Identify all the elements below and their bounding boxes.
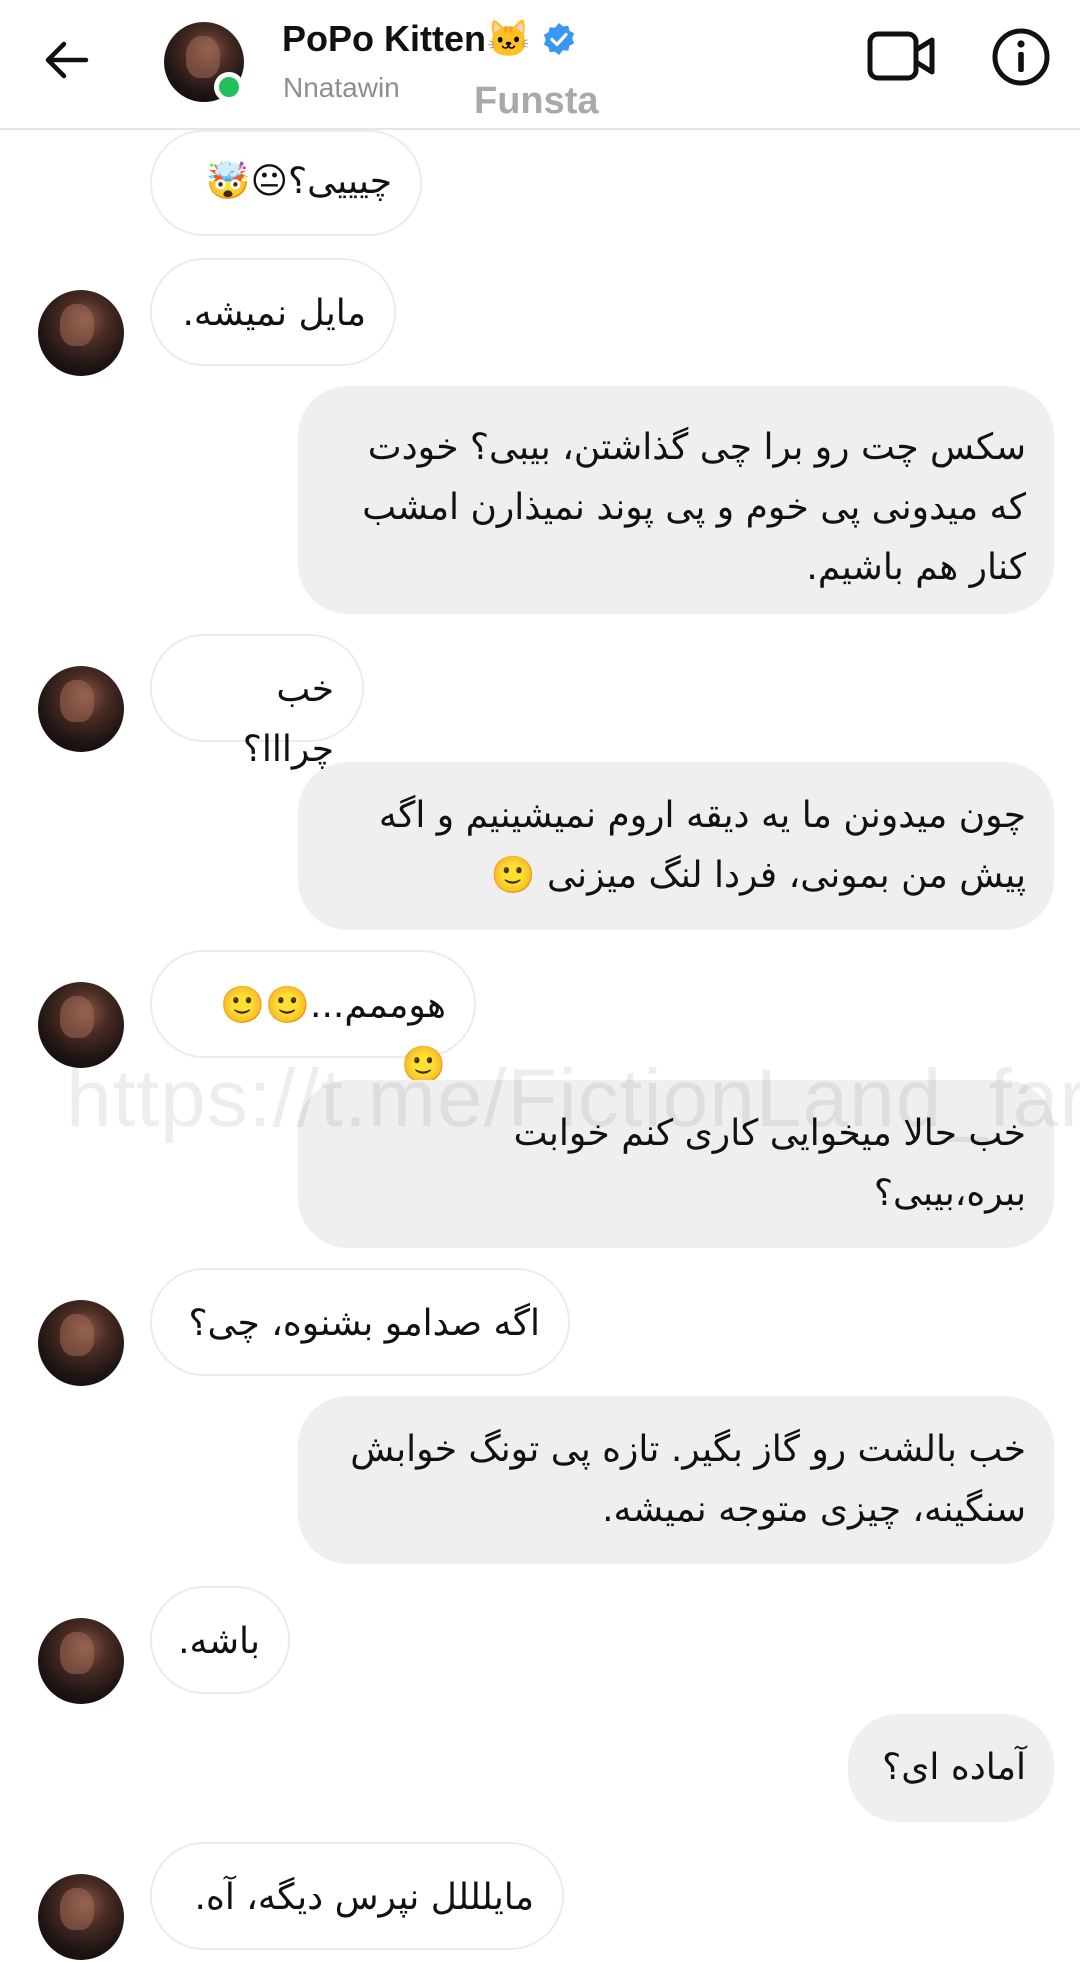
message-line: که میدونی پی خوم و پی پوند نمیذارن امشب — [362, 487, 1026, 528]
incoming-message-bubble[interactable]: اگه صدامو بشنوه، چی؟ — [150, 1268, 570, 1376]
info-icon — [992, 28, 1050, 86]
incoming-message-bubble[interactable]: چیییی؟😐🤯 — [150, 130, 422, 236]
incoming-message-bubble[interactable]: مایل نمیشه. — [150, 258, 396, 366]
back-button[interactable] — [36, 30, 96, 90]
message-row: چیییی؟😐🤯 — [150, 130, 422, 236]
sender-avatar[interactable] — [38, 1618, 124, 1704]
sender-avatar[interactable] — [38, 666, 124, 752]
message-line: کنار هم باشیم. — [806, 547, 1026, 588]
avatar — [38, 1874, 124, 1960]
message-line: خب حالا میخوایی کاری کنم خوابت — [513, 1113, 1026, 1154]
arrow-left-icon — [45, 41, 89, 79]
outgoing-message-bubble[interactable]: چون میدونن ما یه دیقه اروم نمیشینیم و اگ… — [298, 762, 1054, 930]
info-button[interactable] — [990, 26, 1052, 88]
contact-username: Nnatawin — [283, 72, 400, 103]
online-status-dot — [214, 72, 244, 102]
incoming-message-bubble[interactable]: مایلللل نپرس دیگه، آه. — [150, 1842, 564, 1950]
message-line: خب بالشت رو گاز بگیر. تازه پی تونگ خوابش — [350, 1429, 1026, 1470]
avatar — [38, 290, 124, 376]
outgoing-message-bubble[interactable]: خب بالشت رو گاز بگیر. تازه پی تونگ خوابش… — [298, 1396, 1054, 1564]
message-line: سکس چت رو برا چی گذاشتن، بیبی؟ خودت — [367, 427, 1026, 468]
avatar — [38, 982, 124, 1068]
message-row: چون میدونن ما یه دیقه اروم نمیشینیم و اگ… — [298, 762, 1054, 930]
sender-avatar[interactable] — [38, 290, 124, 376]
funsta-label: Funsta — [474, 80, 599, 122]
message-line: سنگینه، چیزی متوجه نمیشه. — [602, 1489, 1026, 1530]
message-row: آماده ای؟ — [848, 1714, 1054, 1822]
contact-name: PoPo Kitten🐱 — [282, 18, 531, 59]
sender-avatar[interactable] — [38, 982, 124, 1068]
message-row: مایل نمیشه. — [150, 258, 396, 366]
header-title-row[interactable]: PoPo Kitten🐱 — [282, 18, 577, 60]
message-line: آماده ای؟ — [882, 1747, 1026, 1788]
message-line: چون میدونن ما یه دیقه اروم نمیشینیم و اگ… — [378, 795, 1026, 836]
message-row: باشه. — [150, 1586, 290, 1694]
message-row: مایلللل نپرس دیگه، آه. — [150, 1842, 564, 1950]
outgoing-message-bubble[interactable]: آماده ای؟ — [848, 1714, 1054, 1822]
message-row: سکس چت رو برا چی گذاشتن، بیبی؟ خودت که م… — [298, 386, 1054, 614]
avatar — [38, 1618, 124, 1704]
incoming-message-bubble[interactable]: خب چرااا؟ — [150, 634, 364, 770]
video-call-button[interactable] — [866, 26, 938, 86]
sender-avatar[interactable] — [38, 1874, 124, 1960]
outgoing-message-bubble[interactable]: خب حالا میخوایی کاری کنم خوابت ببره،بیبی… — [298, 1080, 1054, 1248]
verified-badge-icon — [543, 23, 574, 55]
avatar — [38, 1300, 124, 1386]
header-avatar[interactable] — [164, 22, 244, 102]
sender-avatar[interactable] — [38, 1300, 124, 1386]
message-row: خب حالا میخوایی کاری کنم خوابت ببره،بیبی… — [298, 1080, 1054, 1248]
outgoing-message-bubble[interactable]: سکس چت رو برا چی گذاشتن، بیبی؟ خودت که م… — [298, 386, 1054, 614]
avatar — [38, 666, 124, 752]
message-line: ببره،بیبی؟ — [873, 1173, 1026, 1214]
message-row: خب بالشت رو گاز بگیر. تازه پی تونگ خوابش… — [298, 1396, 1054, 1564]
incoming-message-bubble[interactable]: هوممم...🙂🙂🙂 — [150, 950, 476, 1086]
message-line: پیش من بمونی، فردا لنگ میزنی 🙂 — [490, 855, 1026, 896]
message-row: خب چرااا؟ — [150, 634, 364, 770]
message-row: اگه صدامو بشنوه، چی؟ — [150, 1268, 570, 1376]
incoming-message-bubble[interactable]: باشه. — [150, 1586, 290, 1694]
message-row: هوممم...🙂🙂🙂 — [150, 950, 476, 1086]
chat-header: PoPo Kitten🐱 Nnatawin Funsta — [0, 0, 1080, 130]
video-camera-icon — [867, 31, 935, 81]
